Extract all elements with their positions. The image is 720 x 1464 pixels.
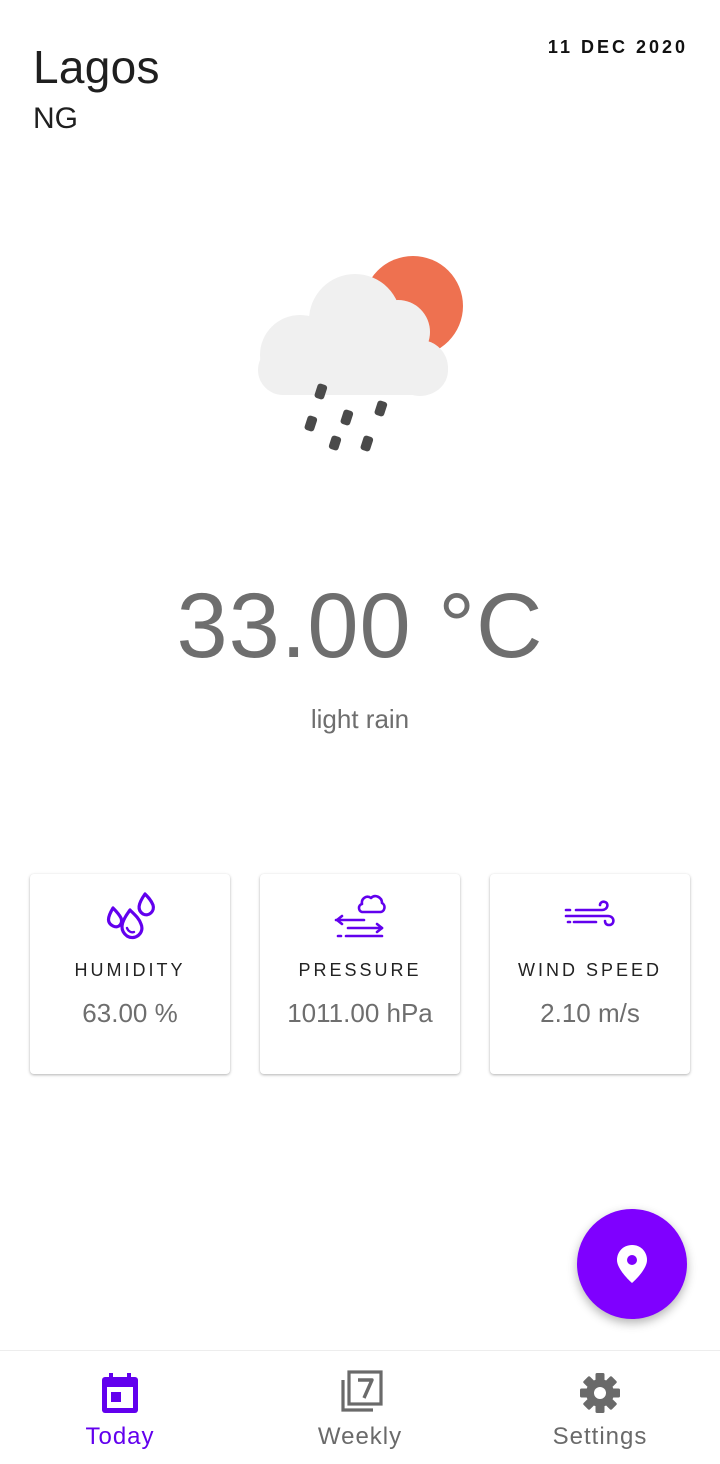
pressure-label: PRESSURE bbox=[298, 960, 422, 980]
wind-speed-card: WIND SPEED 2.10 m/s bbox=[490, 874, 690, 1074]
cloud-sun-rain-icon bbox=[258, 256, 463, 452]
wind-speed-label: WIND SPEED bbox=[517, 960, 662, 980]
weather-description: light rain bbox=[310, 704, 410, 734]
nav-weekly[interactable]: Weekly bbox=[240, 1351, 480, 1464]
humidity-value: 63.00 % bbox=[82, 998, 178, 1028]
location-pin-icon bbox=[617, 1245, 647, 1283]
pressure-value: 1011.00 hPa bbox=[287, 998, 433, 1028]
country-code: NG bbox=[33, 102, 78, 135]
current-date: 11 DEC 2020 bbox=[547, 37, 688, 57]
humidity-card: HUMIDITY 63.00 % bbox=[30, 874, 230, 1074]
bottom-navigation: Today Weekly Settings bbox=[0, 1350, 720, 1464]
nav-today-label: Today bbox=[85, 1423, 155, 1450]
weekly-seven-icon bbox=[341, 1370, 383, 1412]
pressure-card: PRESSURE 1011.00 hPa bbox=[260, 874, 460, 1074]
humidity-drops-icon bbox=[106, 892, 155, 940]
nav-weekly-label: Weekly bbox=[317, 1423, 403, 1450]
location-fab-button[interactable] bbox=[577, 1209, 687, 1319]
nav-settings[interactable]: Settings bbox=[480, 1351, 720, 1464]
pressure-icon bbox=[334, 894, 386, 938]
gear-icon bbox=[580, 1373, 620, 1413]
calendar-icon bbox=[102, 1373, 138, 1413]
temperature: 33.00 °C bbox=[176, 575, 544, 677]
nav-today[interactable]: Today bbox=[0, 1351, 240, 1464]
nav-settings-label: Settings bbox=[552, 1423, 648, 1450]
humidity-label: HUMIDITY bbox=[74, 960, 186, 980]
city-name: Lagos bbox=[33, 41, 160, 93]
wind-speed-value: 2.10 m/s bbox=[540, 998, 640, 1028]
wind-icon bbox=[564, 900, 615, 927]
